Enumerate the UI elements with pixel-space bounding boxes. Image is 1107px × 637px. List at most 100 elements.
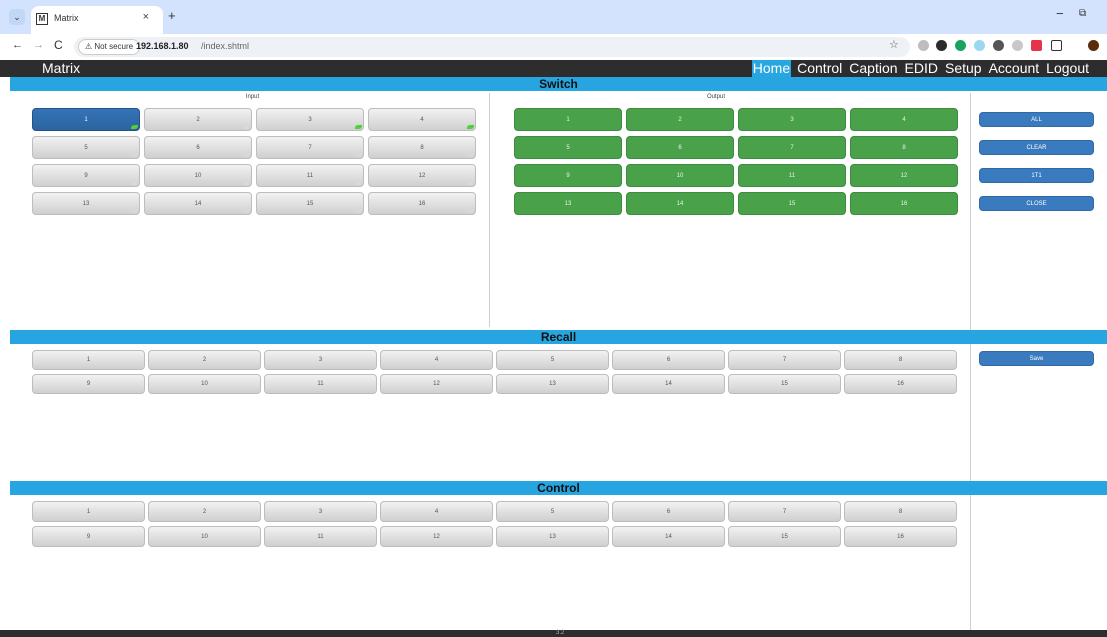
nav-logout[interactable]: Logout (1045, 60, 1090, 77)
browser-tab[interactable]: M Matrix × (31, 6, 163, 34)
forward-arrow-icon[interactable]: → (33, 39, 44, 51)
recall-button-4[interactable]: 4 (380, 350, 493, 370)
nav-edid[interactable]: EDID (904, 60, 939, 77)
output-button-4[interactable]: 4 (850, 108, 958, 131)
input-button-15[interactable]: 15 (256, 192, 364, 215)
input-button-8[interactable]: 8 (368, 136, 476, 159)
control-button-1[interactable]: 1 (32, 501, 145, 522)
tab-search-chevron-icon[interactable]: ⌄ (9, 9, 25, 25)
input-button-2[interactable]: 2 (144, 108, 252, 131)
control-button-4[interactable]: 4 (380, 501, 493, 522)
input-button-12[interactable]: 12 (368, 164, 476, 187)
output-button-16[interactable]: 16 (850, 192, 958, 215)
reload-icon[interactable]: C (54, 38, 63, 52)
output-button-13[interactable]: 13 (514, 192, 622, 215)
output-button-11[interactable]: 11 (738, 164, 846, 187)
bookmark-star-icon[interactable]: ☆ (889, 38, 899, 51)
back-arrow-icon[interactable]: ← (12, 39, 23, 51)
extension-icon[interactable] (955, 40, 966, 51)
extension-icon[interactable] (993, 40, 1004, 51)
recall-button-6[interactable]: 6 (612, 350, 725, 370)
output-button-3[interactable]: 3 (738, 108, 846, 131)
input-grid: 1 2 3 4 5 6 7 8 9 10 11 12 13 14 15 16 (32, 108, 476, 215)
output-button-6[interactable]: 6 (626, 136, 734, 159)
output-button-5[interactable]: 5 (514, 136, 622, 159)
recall-button-14[interactable]: 14 (612, 374, 725, 394)
recall-button-8[interactable]: 8 (844, 350, 957, 370)
address-bar[interactable]: ⚠ Not secure 192.168.1.80 /index.shtml (74, 37, 910, 57)
recall-button-10[interactable]: 10 (148, 374, 261, 394)
output-button-12[interactable]: 12 (850, 164, 958, 187)
recall-button-13[interactable]: 13 (496, 374, 609, 394)
recall-button-1[interactable]: 1 (32, 350, 145, 370)
minimize-icon[interactable]: − (1056, 6, 1064, 21)
not-secure-badge[interactable]: ⚠ Not secure (78, 39, 141, 55)
control-button-12[interactable]: 12 (380, 526, 493, 547)
control-button-5[interactable]: 5 (496, 501, 609, 522)
input-button-16[interactable]: 16 (368, 192, 476, 215)
recall-button-15[interactable]: 15 (728, 374, 841, 394)
extension-icon[interactable] (974, 40, 985, 51)
control-button-16[interactable]: 16 (844, 526, 957, 547)
output-button-15[interactable]: 15 (738, 192, 846, 215)
extension-icon[interactable] (1051, 40, 1062, 51)
all-button[interactable]: ALL (979, 112, 1094, 127)
recall-button-11[interactable]: 11 (264, 374, 377, 394)
nav-caption[interactable]: Caption (848, 60, 898, 77)
output-button-14[interactable]: 14 (626, 192, 734, 215)
nav-account[interactable]: Account (988, 60, 1041, 77)
control-button-15[interactable]: 15 (728, 526, 841, 547)
save-button[interactable]: Save (979, 351, 1094, 366)
control-button-2[interactable]: 2 (148, 501, 261, 522)
control-button-9[interactable]: 9 (32, 526, 145, 547)
nav-home[interactable]: Home (751, 60, 792, 77)
control-button-10[interactable]: 10 (148, 526, 261, 547)
url-path: /index.shtml (201, 41, 250, 51)
output-button-10[interactable]: 10 (626, 164, 734, 187)
recall-button-2[interactable]: 2 (148, 350, 261, 370)
recall-button-5[interactable]: 5 (496, 350, 609, 370)
input-button-5[interactable]: 5 (32, 136, 140, 159)
extension-icon[interactable] (1088, 40, 1099, 51)
extension-icon[interactable] (918, 40, 929, 51)
nav-setup[interactable]: Setup (944, 60, 983, 77)
input-button-14[interactable]: 14 (144, 192, 252, 215)
input-button-3[interactable]: 3 (256, 108, 364, 131)
1t1-button[interactable]: 1T1 (979, 168, 1094, 183)
page-footer (0, 630, 1107, 637)
control-button-8[interactable]: 8 (844, 501, 957, 522)
input-button-9[interactable]: 9 (32, 164, 140, 187)
output-button-1[interactable]: 1 (514, 108, 622, 131)
nav-control[interactable]: Control (796, 60, 843, 77)
extension-icon[interactable] (1031, 40, 1042, 51)
control-button-6[interactable]: 6 (612, 501, 725, 522)
extension-icon[interactable] (1012, 40, 1023, 51)
input-button-10[interactable]: 10 (144, 164, 252, 187)
recall-button-12[interactable]: 12 (380, 374, 493, 394)
close-icon[interactable]: × (143, 11, 149, 23)
control-button-14[interactable]: 14 (612, 526, 725, 547)
clear-button[interactable]: CLEAR (979, 140, 1094, 155)
output-button-9[interactable]: 9 (514, 164, 622, 187)
extension-icon[interactable] (936, 40, 947, 51)
recall-button-16[interactable]: 16 (844, 374, 957, 394)
control-button-7[interactable]: 7 (728, 501, 841, 522)
input-button-1[interactable]: 1 (32, 108, 140, 131)
output-button-7[interactable]: 7 (738, 136, 846, 159)
restore-icon[interactable]: ⧉ (1079, 8, 1086, 19)
control-button-11[interactable]: 11 (264, 526, 377, 547)
control-button-13[interactable]: 13 (496, 526, 609, 547)
input-button-7[interactable]: 7 (256, 136, 364, 159)
input-button-13[interactable]: 13 (32, 192, 140, 215)
close-button[interactable]: CLOSE (979, 196, 1094, 211)
output-button-8[interactable]: 8 (850, 136, 958, 159)
output-button-2[interactable]: 2 (626, 108, 734, 131)
recall-button-9[interactable]: 9 (32, 374, 145, 394)
recall-button-7[interactable]: 7 (728, 350, 841, 370)
input-button-4[interactable]: 4 (368, 108, 476, 131)
recall-button-3[interactable]: 3 (264, 350, 377, 370)
control-button-3[interactable]: 3 (264, 501, 377, 522)
input-button-11[interactable]: 11 (256, 164, 364, 187)
input-button-6[interactable]: 6 (144, 136, 252, 159)
new-tab-icon[interactable]: + (168, 8, 176, 23)
